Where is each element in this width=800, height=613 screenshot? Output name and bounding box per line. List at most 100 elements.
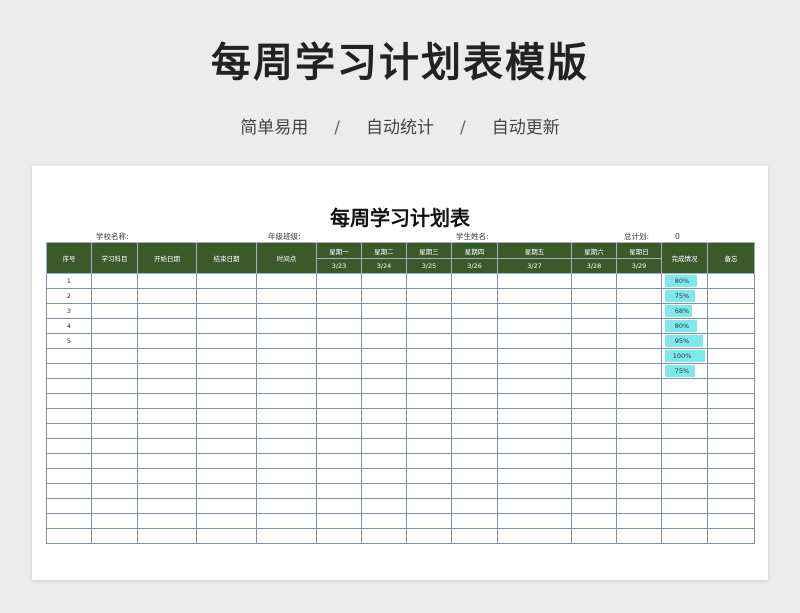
cell-index[interactable]: 1 — [46, 273, 92, 289]
table-cell[interactable] — [361, 408, 407, 424]
cell-completion[interactable] — [661, 423, 708, 439]
table-cell[interactable] — [451, 378, 498, 394]
table-cell[interactable] — [137, 318, 197, 334]
table-cell[interactable] — [196, 528, 257, 544]
cell-index[interactable] — [46, 348, 92, 364]
table-cell[interactable] — [91, 498, 138, 514]
table-cell[interactable] — [256, 363, 317, 379]
table-cell[interactable] — [137, 348, 197, 364]
table-cell[interactable] — [137, 483, 197, 499]
table-cell[interactable] — [361, 393, 407, 409]
cell-index[interactable] — [46, 363, 92, 379]
table-cell[interactable] — [316, 483, 362, 499]
cell-completion[interactable] — [661, 408, 708, 424]
table-cell[interactable] — [571, 498, 617, 514]
table-cell[interactable] — [256, 468, 317, 484]
table-cell[interactable] — [451, 393, 498, 409]
table-cell[interactable] — [406, 333, 452, 349]
cell-index[interactable]: 2 — [46, 288, 92, 304]
table-cell[interactable] — [616, 288, 662, 304]
table-cell[interactable] — [361, 438, 407, 454]
table-cell[interactable] — [91, 453, 138, 469]
table-cell[interactable] — [616, 303, 662, 319]
table-cell[interactable] — [616, 498, 662, 514]
table-cell[interactable] — [196, 498, 257, 514]
cell-index[interactable] — [46, 393, 92, 409]
table-cell[interactable] — [137, 468, 197, 484]
cell-index[interactable] — [46, 468, 92, 484]
table-cell[interactable] — [616, 483, 662, 499]
table-cell[interactable] — [571, 438, 617, 454]
table-cell[interactable] — [256, 273, 317, 289]
cell-index[interactable] — [46, 528, 92, 544]
table-cell[interactable] — [497, 528, 572, 544]
table-cell[interactable] — [616, 438, 662, 454]
table-cell[interactable] — [571, 423, 617, 439]
cell-completion[interactable] — [661, 483, 708, 499]
table-cell[interactable] — [497, 408, 572, 424]
table-cell[interactable] — [256, 333, 317, 349]
table-cell[interactable] — [361, 513, 407, 529]
table-cell[interactable] — [571, 468, 617, 484]
table-cell[interactable] — [497, 453, 572, 469]
table-cell[interactable] — [451, 363, 498, 379]
table-cell[interactable] — [497, 273, 572, 289]
table-cell[interactable] — [497, 393, 572, 409]
table-cell[interactable] — [707, 423, 755, 439]
table-cell[interactable] — [256, 453, 317, 469]
table-cell[interactable] — [137, 303, 197, 319]
table-cell[interactable] — [406, 453, 452, 469]
table-cell[interactable] — [406, 363, 452, 379]
table-cell[interactable] — [497, 423, 572, 439]
table-cell[interactable] — [137, 513, 197, 529]
table-cell[interactable] — [91, 438, 138, 454]
table-cell[interactable] — [451, 318, 498, 334]
table-cell[interactable] — [316, 528, 362, 544]
table-cell[interactable] — [707, 378, 755, 394]
table-cell[interactable] — [616, 528, 662, 544]
table-cell[interactable] — [256, 348, 317, 364]
table-cell[interactable] — [316, 408, 362, 424]
table-cell[interactable] — [196, 303, 257, 319]
table-cell[interactable] — [451, 348, 498, 364]
table-cell[interactable] — [361, 468, 407, 484]
cell-index[interactable] — [46, 378, 92, 394]
table-cell[interactable] — [91, 423, 138, 439]
cell-completion[interactable] — [661, 528, 708, 544]
cell-index[interactable] — [46, 498, 92, 514]
table-cell[interactable] — [571, 408, 617, 424]
table-cell[interactable] — [256, 393, 317, 409]
table-cell[interactable] — [497, 483, 572, 499]
table-cell[interactable] — [571, 318, 617, 334]
table-cell[interactable] — [256, 378, 317, 394]
table-cell[interactable] — [91, 303, 138, 319]
cell-completion[interactable]: 80% — [661, 273, 708, 289]
table-cell[interactable] — [406, 288, 452, 304]
table-cell[interactable] — [196, 348, 257, 364]
table-cell[interactable] — [571, 393, 617, 409]
table-cell[interactable] — [196, 483, 257, 499]
table-cell[interactable] — [497, 363, 572, 379]
cell-completion[interactable]: 68% — [661, 303, 708, 319]
table-cell[interactable] — [361, 453, 407, 469]
table-cell[interactable] — [361, 528, 407, 544]
table-cell[interactable] — [137, 423, 197, 439]
table-cell[interactable] — [361, 483, 407, 499]
table-cell[interactable] — [256, 288, 317, 304]
table-cell[interactable] — [137, 438, 197, 454]
table-cell[interactable] — [497, 318, 572, 334]
cell-index[interactable] — [46, 423, 92, 439]
table-cell[interactable] — [571, 513, 617, 529]
table-cell[interactable] — [256, 438, 317, 454]
table-cell[interactable] — [91, 513, 138, 529]
table-cell[interactable] — [137, 408, 197, 424]
table-cell[interactable] — [707, 273, 755, 289]
table-cell[interactable] — [707, 408, 755, 424]
cell-index[interactable] — [46, 408, 92, 424]
table-cell[interactable] — [451, 273, 498, 289]
table-cell[interactable] — [137, 333, 197, 349]
table-cell[interactable] — [256, 483, 317, 499]
table-cell[interactable] — [497, 288, 572, 304]
table-cell[interactable] — [91, 273, 138, 289]
table-cell[interactable] — [451, 468, 498, 484]
